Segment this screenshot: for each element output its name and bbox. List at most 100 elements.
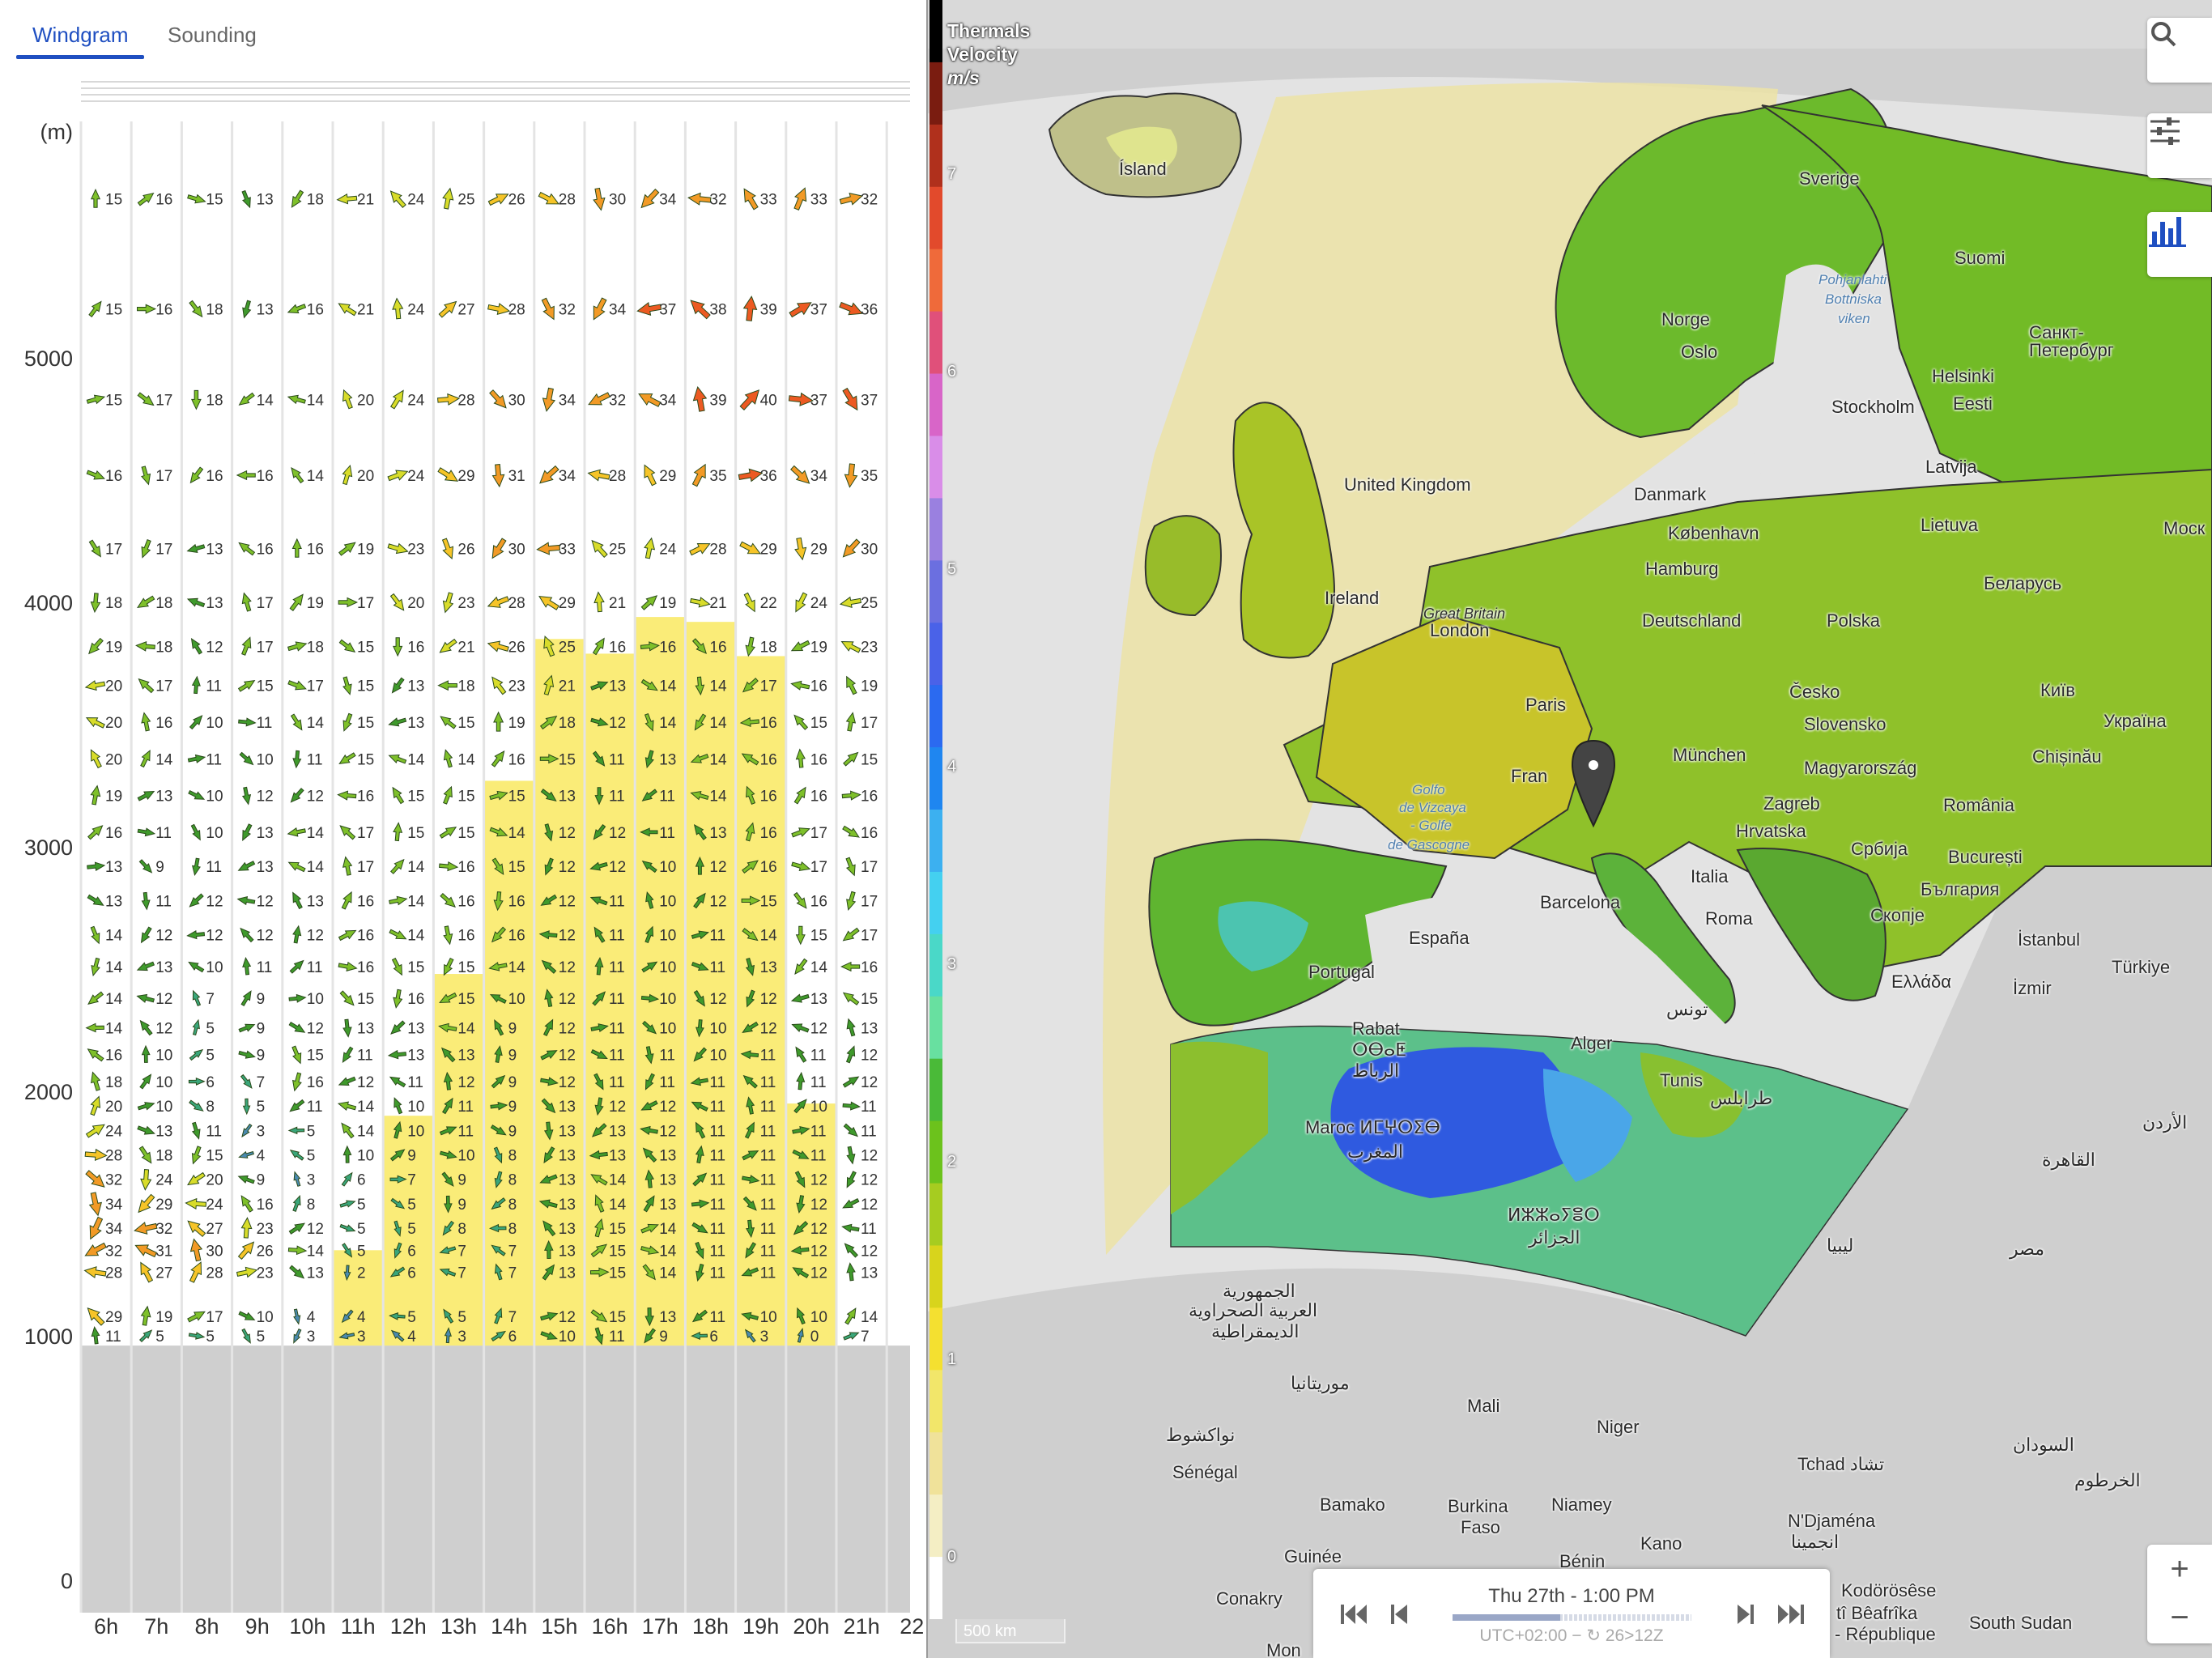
tab-windgram[interactable]: Windgram (32, 23, 128, 48)
map-label: Lietuva (1921, 515, 1978, 535)
wind-speed-label: 4 (407, 1329, 416, 1346)
wind-arrow-icon (238, 1150, 254, 1158)
map-label: Česko (1789, 682, 1840, 702)
wind-arrow-icon (87, 1307, 105, 1326)
map-label: Mon (1266, 1640, 1301, 1658)
wind-speed-label: 15 (105, 392, 122, 409)
sea-label: - Golfe (1410, 818, 1453, 833)
wind-arrow-icon (239, 751, 254, 766)
wind-speed-label: 18 (206, 302, 223, 319)
wind-speed-label: 9 (257, 991, 266, 1008)
wind-speed-label: 28 (609, 468, 626, 485)
next-frame-button[interactable] (1721, 1592, 1767, 1637)
wind-speed-label: 14 (307, 859, 325, 876)
wind-speed-label: 13 (257, 859, 274, 876)
wind-speed-label: 17 (810, 859, 827, 876)
wind-speed-label: 3 (357, 1329, 366, 1346)
wind-speed-label: 8 (508, 1221, 517, 1238)
wind-speed-label: 25 (559, 639, 576, 656)
map-label: ليبيا (1827, 1235, 1854, 1256)
wind-arrow-icon (241, 636, 252, 656)
wind-speed-label: 14 (307, 468, 325, 485)
wind-arrow-icon (137, 1102, 155, 1111)
wind-arrow-icon (137, 790, 155, 801)
wind-arrow-icon (387, 470, 409, 482)
map-label: موريتانيا (1291, 1373, 1350, 1393)
wind-speed-label: 24 (206, 1197, 223, 1214)
wind-arrow-icon (844, 1243, 858, 1258)
wind-speed-label: 15 (457, 959, 474, 976)
windgram-chart[interactable]: (m) 5000 4000 3000 2000 1000 0 6h 7h 8h 9h 10h 11h 12… (0, 113, 926, 1658)
map-label: København (1668, 523, 1759, 543)
wind-arrow-icon (793, 891, 807, 909)
wind-arrow-icon (238, 1023, 256, 1033)
wind-speed-label: 15 (407, 825, 424, 842)
wind-arrow-icon (287, 1245, 308, 1256)
wind-arrow-icon (141, 891, 151, 911)
wind-arrow-icon (242, 956, 252, 976)
wind-speed-label: 21 (709, 595, 726, 612)
wind-speed-label: 16 (105, 1048, 122, 1065)
wind-speed-label: 18 (155, 1148, 172, 1165)
wind-speed-label: 16 (609, 639, 626, 656)
wind-speed-label: 13 (659, 1148, 676, 1165)
wind-arrow-icon (83, 1266, 107, 1279)
wind-speed-label: 24 (155, 1172, 173, 1189)
sliders-icon (2150, 117, 2180, 145)
wind-speed-label: 11 (357, 1048, 373, 1065)
settings-button[interactable] (2147, 113, 2212, 178)
wind-arrow-icon (188, 1077, 206, 1086)
wind-speed-label: 14 (407, 928, 425, 945)
wind-speed-label: 12 (559, 825, 576, 842)
wind-speed-label: 17 (155, 542, 172, 559)
wind-arrow-icon (291, 1045, 302, 1065)
wind-speed-label: 10 (659, 928, 676, 945)
wind-speed-label: 14 (861, 1309, 878, 1326)
wind-speed-label: 21 (357, 192, 374, 209)
map-label: Ísland (1119, 159, 1167, 179)
wind-arrow-icon (790, 640, 810, 652)
map-canvas[interactable] (928, 0, 2212, 1658)
wind-speed-label: 13 (559, 1221, 576, 1238)
wind-speed-label: 22 (760, 595, 777, 612)
wind-arrow-icon (845, 857, 856, 877)
wind-speed-label: 34 (609, 302, 627, 319)
map-label: القاهرة (2042, 1150, 2095, 1170)
wind-arrow-icon (795, 748, 806, 768)
wind-speed-label: 24 (407, 392, 425, 409)
wind-speed-label: 12 (709, 859, 726, 876)
wind-speed-label: 16 (357, 893, 374, 910)
wind-speed-label: 34 (105, 1197, 123, 1214)
map-label: Niamey (1551, 1494, 1612, 1515)
wind-arrow-icon (341, 1122, 355, 1139)
map-label: Kodörösêse (1841, 1580, 1937, 1601)
wind-speed-label: 15 (206, 1148, 223, 1165)
wind-speed-label: 17 (861, 715, 878, 732)
wind-arrow-icon (291, 466, 304, 484)
wind-speed-label: 16 (357, 789, 374, 806)
zoom-out-button[interactable]: − (2147, 1593, 2212, 1642)
wind-arrow-icon (587, 469, 610, 482)
wind-speed-label: 16 (357, 928, 374, 945)
wind-arrow-icon (339, 990, 355, 1006)
wind-arrow-icon (842, 1101, 861, 1111)
wind-speed-label: 3 (307, 1329, 316, 1346)
wind-arrow-icon (338, 303, 357, 317)
tab-sounding[interactable]: Sounding (168, 23, 257, 48)
thermal-map[interactable]: Ísland Sverige Suomi Norge Oslo Helsinki… (928, 0, 2212, 1658)
wind-speed-label: 9 (508, 1099, 517, 1116)
map-label: London (1430, 620, 1490, 640)
time-progress[interactable] (1453, 1614, 1691, 1621)
wind-speed-label: 16 (760, 859, 777, 876)
wind-speed-label: 16 (810, 678, 827, 695)
wind-arrow-icon (187, 193, 206, 204)
wind-speed-label: 11 (307, 751, 323, 768)
search-button[interactable] (2147, 18, 2212, 83)
wind-arrow-icon (689, 542, 711, 556)
wind-speed-label: 15 (357, 751, 374, 768)
last-frame-button[interactable] (1768, 1592, 1814, 1637)
zoom-in-button[interactable]: + (2147, 1545, 2212, 1593)
wind-speed-label: 16 (105, 468, 122, 485)
wind-speed-label: 11 (457, 1099, 474, 1116)
chart-button[interactable] (2147, 212, 2212, 277)
